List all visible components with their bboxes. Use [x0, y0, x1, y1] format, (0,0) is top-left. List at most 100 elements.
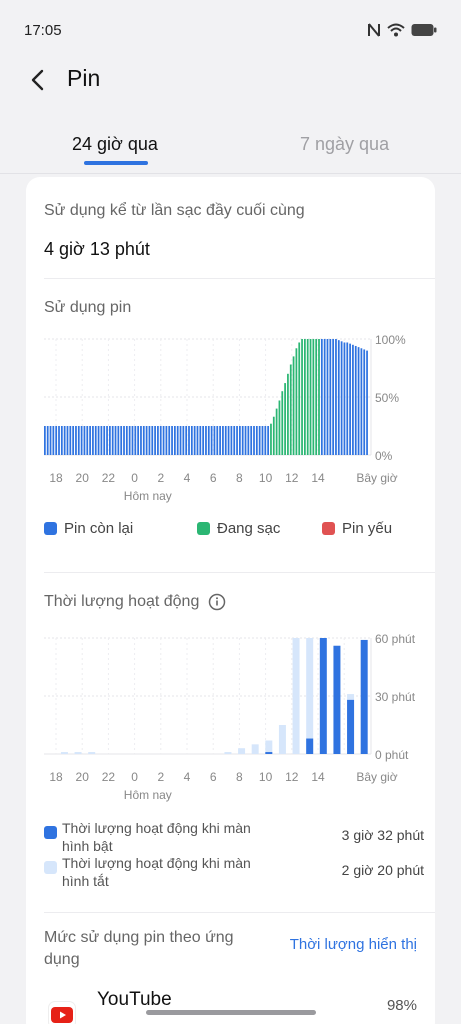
battery-bar — [360, 348, 363, 455]
screen-on-duration: Thời lượng hoạt động khi màn hình bật 3 … — [44, 819, 424, 855]
battery-bar — [145, 426, 148, 455]
legend-low: Pin yếu — [322, 520, 392, 537]
battery-bar — [58, 426, 60, 455]
battery-bar — [100, 426, 103, 455]
battery-bar — [295, 348, 298, 455]
x-tick-label: 8 — [236, 770, 243, 784]
battery-bar — [120, 426, 123, 455]
x-tick-label: Bây giờ — [356, 770, 397, 784]
battery-bar — [202, 426, 205, 455]
battery-bar — [230, 426, 233, 455]
battery-bar — [171, 426, 173, 455]
activity-bar — [224, 752, 232, 754]
battery-icon — [411, 24, 437, 36]
tab-7-days[interactable]: 7 ngày qua — [300, 134, 389, 155]
activity-bar — [360, 639, 368, 754]
battery-bar — [69, 426, 72, 455]
battery-bar — [44, 426, 46, 455]
app-row-youtube[interactable]: YouTube 98% — [26, 987, 435, 1024]
battery-bar — [357, 347, 360, 455]
battery-bar — [244, 426, 247, 455]
battery-bar — [332, 339, 335, 455]
show-duration-link[interactable]: Thời lượng hiển thị — [290, 936, 417, 953]
battery-bar — [298, 342, 301, 455]
battery-bar — [125, 426, 128, 455]
battery-bar — [363, 349, 366, 455]
battery-bar — [255, 426, 258, 455]
legend-low-label: Pin yếu — [342, 520, 393, 537]
wifi-icon — [387, 23, 405, 37]
legend-charging: Đang sạc — [197, 520, 280, 537]
battery-bar — [253, 426, 255, 455]
battery-bar — [312, 339, 315, 455]
activity-bar — [251, 744, 259, 754]
legend-remaining: Pin còn lại — [44, 520, 133, 537]
screen-off-label: Thời lượng hoạt động khi màn hình tắt — [62, 855, 251, 889]
legend-remaining-swatch — [44, 522, 57, 535]
battery-bar — [94, 426, 97, 455]
x-tick-label: 2 — [157, 471, 164, 485]
activity-bar — [306, 738, 314, 754]
battery-bar — [86, 426, 89, 455]
y-tick-label: 0 phút — [375, 748, 409, 762]
battery-bar — [89, 426, 91, 455]
app-percent: 98% — [386, 997, 417, 1014]
screen-on-value: 3 giờ 32 phút — [341, 827, 424, 843]
y-tick-label: 50% — [375, 391, 399, 405]
y-tick-label: 100% — [375, 333, 406, 347]
screen-off-value: 2 giờ 20 phút — [341, 862, 424, 878]
info-icon[interactable] — [208, 593, 226, 611]
battery-bar — [318, 339, 320, 455]
battery-usage-chart: 100% 50% 0% 18 20 22 0 2 4 6 8 10 12 14 Bây giờ Hôm nay — [44, 333, 406, 503]
battery-bar — [182, 426, 185, 455]
battery-bar — [281, 391, 284, 455]
battery-bar — [205, 426, 207, 455]
battery-bar — [66, 426, 69, 455]
battery-bar — [335, 339, 337, 455]
battery-bar — [329, 339, 332, 455]
battery-bar — [210, 426, 213, 455]
battery-bar — [190, 426, 193, 455]
x-tick-label: 6 — [210, 471, 217, 485]
battery-bar — [272, 416, 275, 455]
x-tick-label: 10 — [259, 471, 273, 485]
battery-bar — [72, 426, 75, 455]
battery-bar — [233, 426, 236, 455]
x-tick-label: 22 — [102, 770, 116, 784]
activity-bar — [333, 645, 341, 754]
activity-duration-chart: 60 phút 30 phút 0 phút 18 20 22 0 2 4 6 8 10 12 14 Bây… — [44, 632, 416, 802]
activity-bar — [347, 699, 355, 754]
screen-on-swatch — [44, 826, 57, 839]
battery-bar — [117, 426, 120, 455]
battery-bar — [346, 342, 349, 455]
battery-bar — [199, 426, 202, 455]
battery-bar — [224, 426, 227, 455]
battery-bar — [60, 426, 63, 455]
battery-bar — [315, 339, 318, 455]
battery-bar — [247, 426, 250, 455]
x-tick-label: 4 — [184, 770, 191, 784]
page-title: Pin — [67, 65, 101, 91]
home-indicator[interactable] — [146, 1010, 316, 1015]
activity-bar — [238, 748, 246, 754]
battery-bar — [196, 426, 199, 455]
battery-bar — [349, 343, 351, 455]
battery-bar — [134, 426, 137, 455]
summary-value: 4 giờ 13 phút — [44, 239, 150, 259]
legend-remaining-label: Pin còn lại — [64, 520, 134, 537]
tab-24-hours[interactable]: 24 giờ qua — [72, 134, 158, 155]
battery-bar — [216, 426, 219, 455]
battery-bar — [46, 426, 49, 455]
battery-bar — [131, 426, 134, 455]
battery-bar — [176, 426, 179, 455]
battery-bar — [165, 426, 168, 455]
back-arrow-icon[interactable] — [26, 68, 50, 92]
battery-bar — [179, 426, 182, 455]
battery-bar — [137, 426, 140, 455]
battery-bar — [227, 426, 230, 455]
x-tick-label: 10 — [259, 770, 273, 784]
battery-bar — [236, 426, 238, 455]
battery-bar — [103, 426, 106, 455]
divider — [44, 278, 435, 279]
activity-bar — [306, 638, 314, 754]
